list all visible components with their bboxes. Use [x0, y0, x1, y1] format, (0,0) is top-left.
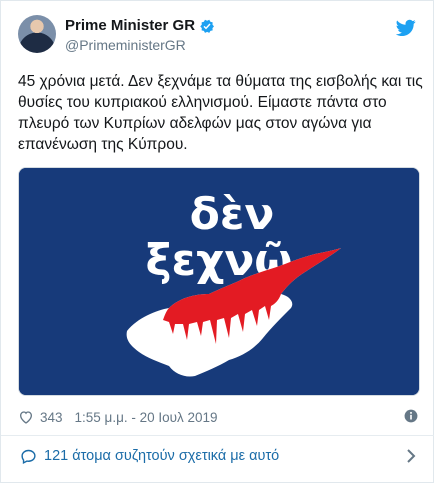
tweet-header: Prime Minister GR @PrimeministerGR: [18, 13, 418, 63]
like-count: 343: [40, 409, 63, 425]
poster-illustration: δὲν ξεχνῶ: [19, 168, 419, 395]
heart-icon[interactable]: [18, 409, 34, 425]
reply-bubble-icon: [21, 449, 36, 464]
twitter-bird-icon[interactable]: [396, 19, 416, 37]
tweet-image[interactable]: δὲν ξεχνῶ: [18, 167, 420, 396]
tweet-meta: 343 1:55 μ.μ. - 20 Ιουλ 2019: [18, 407, 418, 427]
chevron-right-icon: [407, 449, 416, 463]
tweet-card: Prime Minister GR @PrimeministerGR 45 χρ…: [0, 0, 434, 483]
avatar[interactable]: [18, 15, 56, 53]
tweet-text: 45 χρόνια μετά. Δεν ξεχνάμε τα θύματα τη…: [18, 73, 423, 153]
conversation-link[interactable]: 121 άτομα συζητούν σχετικά με αυτό: [1, 436, 434, 476]
info-icon[interactable]: [404, 409, 418, 423]
display-name[interactable]: Prime Minister GR: [65, 17, 195, 34]
tweet-timestamp[interactable]: 1:55 μ.μ. - 20 Ιουλ 2019: [75, 410, 218, 425]
poster-line-1: δὲν: [190, 189, 275, 240]
handle[interactable]: @PrimeministerGR: [65, 37, 215, 53]
author-block: Prime Minister GR @PrimeministerGR: [65, 17, 215, 53]
name-row: Prime Minister GR: [65, 17, 215, 34]
conversation-label: 121 άτομα συζητούν σχετικά με αυτό: [44, 448, 280, 464]
verified-badge-icon: [200, 19, 215, 33]
